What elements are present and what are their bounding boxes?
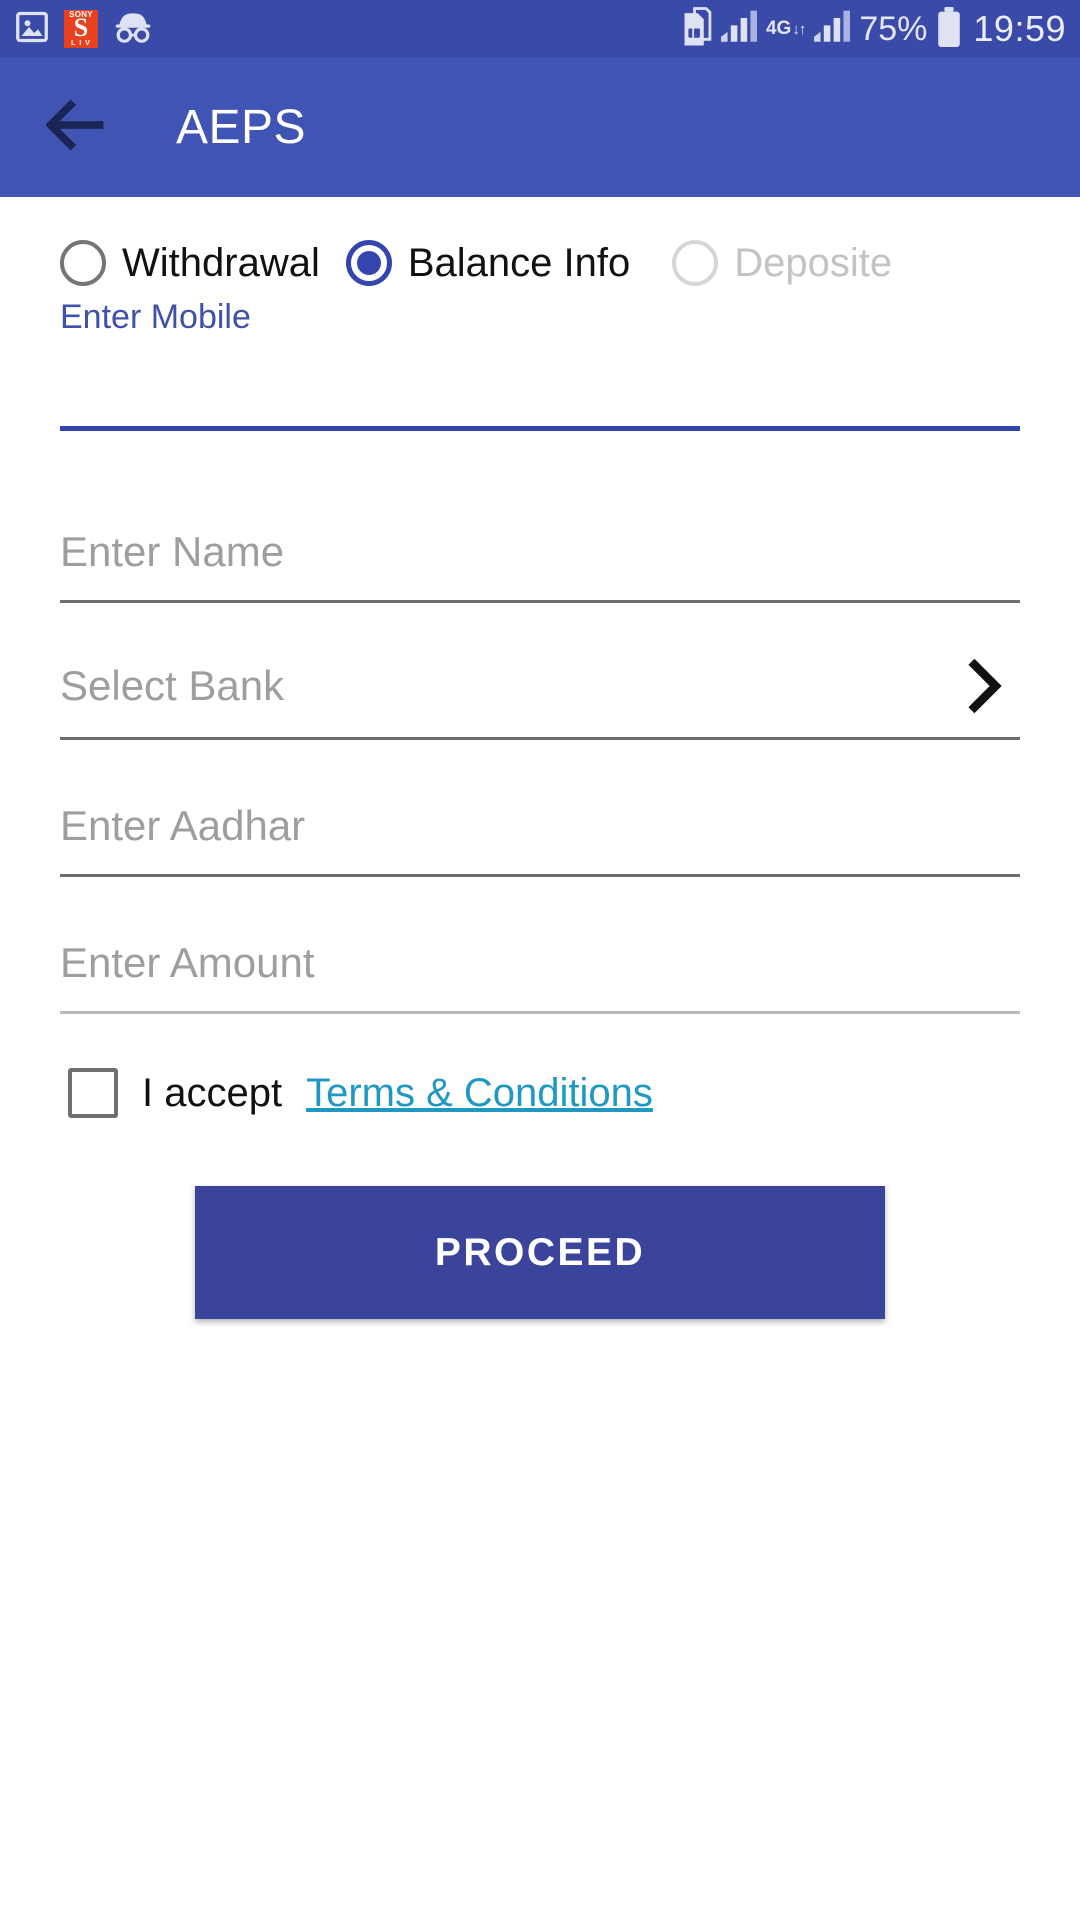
bank-field-row: Select Bank xyxy=(60,659,1020,737)
app-bar: AEPS xyxy=(0,58,1080,197)
back-button[interactable] xyxy=(45,97,108,159)
photo-image-icon xyxy=(14,9,50,50)
mobile-input[interactable] xyxy=(60,334,1020,426)
aadhar-input[interactable]: Enter Aadhar xyxy=(60,802,305,850)
amount-field-row: Enter Amount xyxy=(60,939,1020,1011)
sonyliv-app-icon: SONY S L I V xyxy=(64,10,98,48)
radio-circle-icon-deposite xyxy=(672,240,719,286)
bank-select-value[interactable]: Select Bank xyxy=(60,662,284,710)
radio-label-balance-info: Balance Info xyxy=(407,240,631,285)
name-field-row: Enter Name xyxy=(60,528,1020,600)
amount-input[interactable]: Enter Amount xyxy=(60,939,314,987)
status-bar: SONY S L I V 4G ↓↑ 75% 19:59 xyxy=(0,0,1080,58)
status-bar-right-indicators: 4G ↓↑ 75% 19:59 xyxy=(674,6,1066,52)
data-transfer-arrows-icon: ↓↑ xyxy=(792,20,806,38)
radio-option-balance-info[interactable]: Balance Info xyxy=(345,240,631,286)
radio-label-deposite: Deposite xyxy=(734,240,893,285)
radio-option-withdrawal[interactable]: Withdrawal xyxy=(60,240,320,286)
main-content: Withdrawal Balance Info Deposite Enter M… xyxy=(0,197,1080,1319)
terms-and-conditions-link[interactable]: Terms & Conditions xyxy=(306,1071,653,1116)
back-arrow-icon xyxy=(45,98,108,157)
accept-terms-checkbox[interactable] xyxy=(68,1068,118,1118)
radio-circle-icon-balance-info xyxy=(345,240,392,286)
network-type-label: 4G xyxy=(765,18,792,39)
incognito-icon xyxy=(112,10,154,49)
signal-bars-icon-sim2 xyxy=(814,10,851,49)
sonyliv-bottom-text: L I V xyxy=(71,40,91,47)
proceed-button-container: PROCEED xyxy=(60,1118,1020,1319)
aadhar-field-row: Enter Aadhar xyxy=(60,802,1020,874)
mobile-field-label: Enter Mobile xyxy=(60,298,251,336)
radio-circle-icon-withdrawal xyxy=(60,240,106,286)
dual-sim-icon xyxy=(674,6,712,52)
radio-selected-dot xyxy=(356,251,381,275)
amount-field-group[interactable]: Enter Amount xyxy=(60,877,1020,1014)
bank-field-group[interactable]: Select Bank xyxy=(60,603,1020,740)
mobile-field-group[interactable]: Enter Mobile xyxy=(60,286,1020,466)
amount-field-underline xyxy=(60,1011,1020,1014)
clock-label: 19:59 xyxy=(973,8,1066,49)
proceed-button[interactable]: PROCEED xyxy=(195,1186,885,1319)
battery-icon xyxy=(936,6,962,52)
mobile-field-underline xyxy=(60,426,1020,431)
network-type-indicator: 4G ↓↑ xyxy=(765,18,806,39)
battery-percent-label: 75% xyxy=(859,10,928,48)
aadhar-field-group[interactable]: Enter Aadhar xyxy=(60,740,1020,877)
chevron-right-icon[interactable] xyxy=(966,659,1006,713)
accept-terms-label: I accept xyxy=(142,1070,283,1115)
name-field-group[interactable]: Enter Name xyxy=(60,466,1020,603)
radio-option-deposite: Deposite xyxy=(672,240,892,286)
status-bar-left-icons: SONY S L I V xyxy=(14,9,154,50)
transaction-type-radio-group: Withdrawal Balance Info Deposite xyxy=(60,197,1020,286)
terms-acceptance-row: I accept Terms & Conditions xyxy=(60,1014,1020,1118)
name-input[interactable]: Enter Name xyxy=(60,528,284,576)
page-title: AEPS xyxy=(176,101,307,154)
sonyliv-logo-letter: S xyxy=(73,13,89,42)
signal-bars-icon-sim1 xyxy=(720,10,757,49)
radio-label-withdrawal: Withdrawal xyxy=(122,240,320,285)
